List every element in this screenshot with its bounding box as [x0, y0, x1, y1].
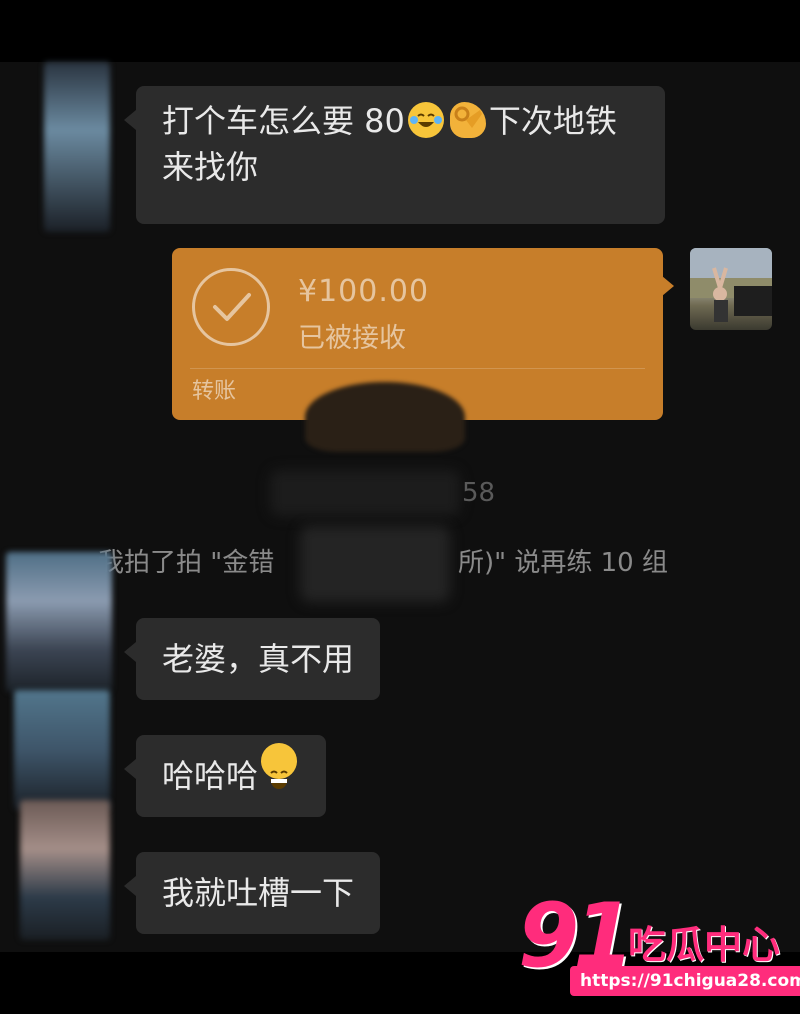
transfer-status: 已被接收: [298, 323, 406, 354]
timestamp-blur: [270, 470, 460, 516]
message-text: 哈哈哈: [162, 757, 259, 795]
message-text: 我就吐槽一下: [162, 874, 355, 912]
transfer-amount: ¥100.00: [298, 274, 430, 309]
grinning-emoji-icon: [261, 743, 298, 789]
ok-hand-emoji-icon: [449, 102, 486, 138]
message-text-continued: 下次地铁: [488, 102, 617, 140]
watermark-logo: 91 吃瓜中心 https://91chigua28.com: [516, 884, 800, 998]
message-bubble-incoming[interactable]: 老婆，真不用: [123, 618, 381, 700]
message-bubble-incoming[interactable]: 哈哈哈: [123, 735, 327, 817]
message-bubble-incoming[interactable]: 我就吐槽一下: [123, 852, 381, 934]
avatar-photo: [690, 248, 772, 322]
transfer-divider: [190, 368, 645, 369]
watermark-url: https://91chigua28.com: [570, 966, 800, 996]
transfer-bubble-tail: [662, 276, 674, 296]
message-text-line2: 来找你: [162, 148, 259, 186]
timestamp: 58: [462, 478, 496, 508]
crying-laughing-emoji-icon: [407, 102, 444, 138]
contact-avatar-blurred[interactable]: [20, 800, 110, 940]
contact-avatar-blurred[interactable]: [14, 690, 110, 810]
pat-notice-blur: [300, 526, 450, 602]
check-circle-icon: [192, 268, 270, 346]
message-text: 老婆，真不用: [162, 640, 355, 678]
image-smudge: [305, 382, 465, 452]
message-bubble-incoming[interactable]: 打个车怎么要 80 下次地铁 来找你: [124, 86, 665, 224]
transfer-type-label: 转账: [192, 379, 237, 404]
pat-notice-prefix: 我拍了拍 "金错: [98, 548, 275, 578]
message-text: 打个车怎么要 80: [162, 102, 405, 140]
contact-avatar-blurred[interactable]: [44, 62, 110, 232]
watermark-name: 吃瓜中心: [628, 923, 781, 967]
my-avatar[interactable]: [690, 248, 772, 330]
contact-avatar-blurred[interactable]: [6, 552, 112, 692]
pat-notice-suffix: 所)" 说再练 10 组: [458, 548, 668, 578]
